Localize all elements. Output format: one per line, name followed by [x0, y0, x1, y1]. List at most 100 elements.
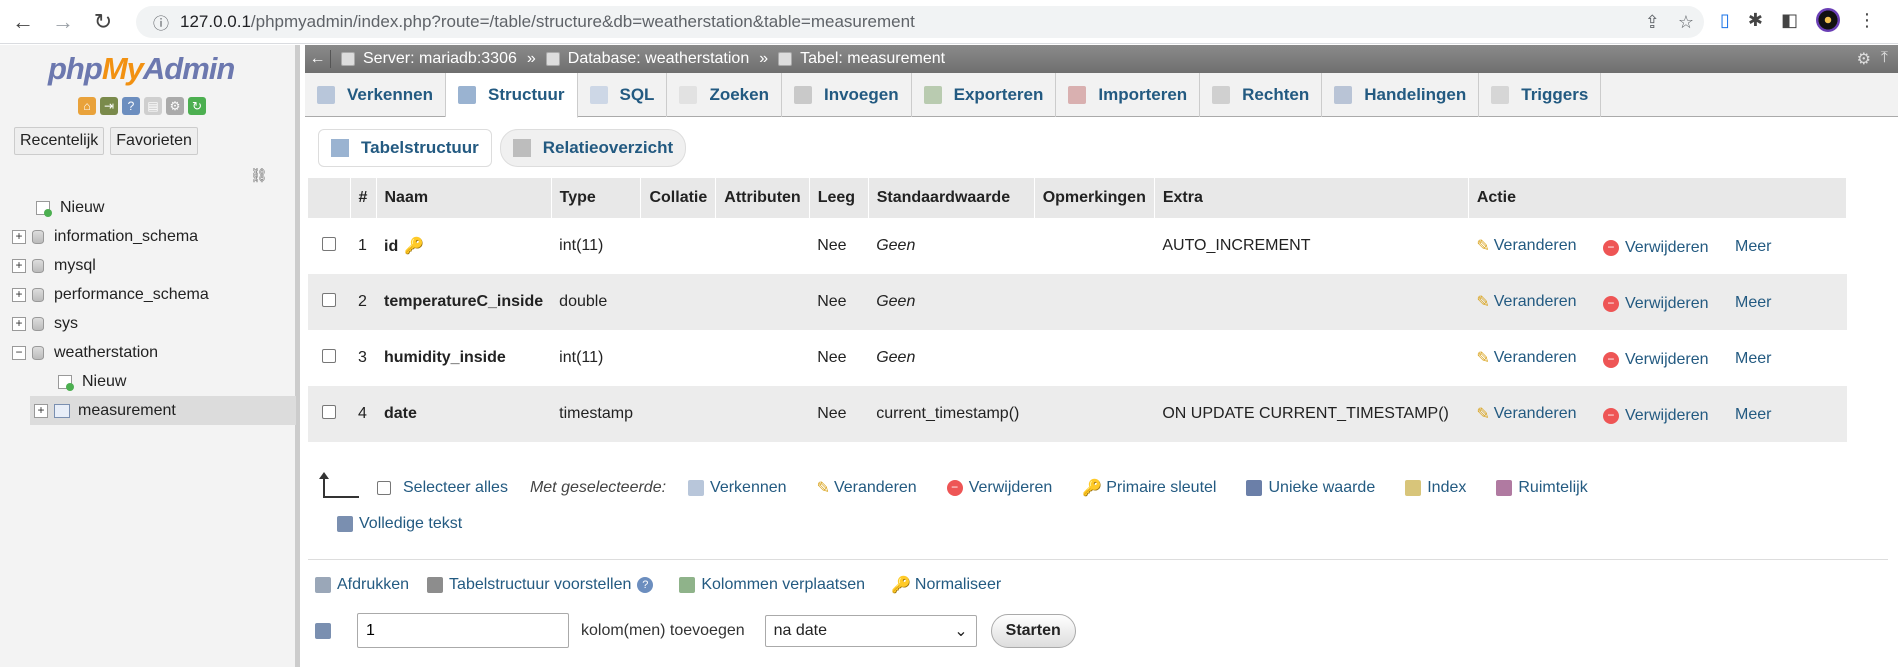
bulk-unique-button[interactable]: Unieke waarde: [1246, 479, 1375, 497]
breadcrumb-table[interactable]: Tabel: measurement: [778, 50, 945, 68]
more-button[interactable]: Meer: [1735, 406, 1771, 423]
main-tabs: Verkennen Structuur SQL Zoeken Invoegen …: [305, 73, 1898, 118]
row-checkbox[interactable]: [322, 292, 336, 307]
bulk-spatial-button[interactable]: Ruimtelijk: [1496, 479, 1588, 497]
expand-icon[interactable]: +: [12, 258, 26, 273]
bulk-browse-button[interactable]: Verkennen: [688, 479, 787, 497]
help-icon[interactable]: ?: [637, 577, 654, 593]
collapse-nav-icon[interactable]: ←: [305, 50, 331, 68]
bookmark-star-icon[interactable]: ☆: [1678, 12, 1694, 33]
tree-item-db[interactable]: + information_schema: [12, 222, 296, 251]
position-select[interactable]: na date ⌄: [764, 614, 977, 647]
change-button[interactable]: ✎ Veranderen: [1476, 404, 1576, 424]
more-button[interactable]: Meer: [1735, 350, 1771, 367]
row-checkbox[interactable]: [322, 404, 336, 419]
col-header[interactable]: Naam: [376, 178, 552, 218]
database-icon: [32, 345, 44, 360]
settings-icon[interactable]: ⚙: [166, 97, 184, 115]
database-tree: Nieuw + information_schema + mysql + per…: [12, 193, 296, 425]
row-checkbox[interactable]: [322, 236, 336, 251]
favorites-button[interactable]: Favorieten: [110, 127, 198, 155]
bulk-drop-button[interactable]: − Verwijderen: [946, 479, 1052, 497]
subtab-relatieoverzicht[interactable]: Relatieoverzicht: [499, 129, 687, 167]
table-icon: [54, 403, 70, 418]
phpmyadmin-logo[interactable]: phpMyAdmin: [48, 51, 235, 87]
maximize-icon[interactable]: ⤒: [1881, 49, 1888, 69]
menu-dots-icon[interactable]: ⋮: [1858, 10, 1876, 31]
url-text[interactable]: 127.0.0.1/phpmyadmin/index.php?route=/ta…: [180, 12, 915, 32]
recent-button[interactable]: Recentelijk: [14, 127, 105, 155]
tab-handelingen[interactable]: Handelingen: [1322, 73, 1480, 117]
col-header: Collatie: [640, 178, 717, 218]
tree-item-weatherstation[interactable]: − weatherstation: [12, 338, 296, 367]
drop-button[interactable]: − Verwijderen: [1602, 239, 1709, 257]
expand-icon[interactable]: +: [34, 403, 48, 418]
profile-avatar[interactable]: [1816, 8, 1841, 32]
pencil-icon: ✎: [1476, 349, 1490, 367]
bulk-fulltext-button[interactable]: Volledige tekst: [337, 515, 462, 533]
tab-verkennen[interactable]: Verkennen: [305, 73, 446, 117]
delete-icon: −: [946, 480, 963, 496]
link-chain-icon[interactable]: ⛓: [250, 167, 268, 184]
collapse-icon[interactable]: −: [12, 345, 26, 360]
more-button[interactable]: Meer: [1735, 238, 1771, 255]
tab-structuur[interactable]: Structuur: [446, 73, 578, 118]
address-bar[interactable]: ⓘ 127.0.0.1/phpmyadmin/index.php?route=/…: [136, 6, 1704, 38]
tab-exporteren[interactable]: Exporteren: [912, 73, 1057, 117]
back-arrow-icon[interactable]: ←: [6, 5, 40, 39]
tree-item-table-new[interactable]: Nieuw: [12, 367, 296, 396]
column-count-input[interactable]: [357, 613, 569, 648]
reload-icon[interactable]: ↻: [86, 5, 120, 39]
bulk-change-button[interactable]: ✎ Veranderen: [817, 478, 917, 498]
change-button[interactable]: ✎ Veranderen: [1476, 348, 1576, 368]
help-icon[interactable]: ?: [122, 97, 140, 115]
drop-button[interactable]: − Verwijderen: [1602, 351, 1709, 369]
logout-icon[interactable]: ⇥: [100, 97, 118, 115]
select-all-label[interactable]: Selecteer alles: [403, 479, 508, 497]
tab-triggers[interactable]: Triggers: [1479, 73, 1602, 117]
tree-item-db[interactable]: + performance_schema: [12, 280, 296, 309]
extension-icon[interactable]: ▯: [1720, 10, 1730, 31]
tab-invoegen[interactable]: Invoegen: [782, 73, 912, 117]
go-button[interactable]: Starten: [990, 613, 1076, 648]
bulk-primary-button[interactable]: 🔑 Primaire sleutel: [1082, 478, 1216, 498]
pencil-icon: ✎: [1476, 237, 1490, 255]
forward-arrow-icon[interactable]: →: [46, 5, 80, 39]
move-columns-button[interactable]: Kolommen verplaatsen: [679, 576, 865, 594]
tree-item-new[interactable]: Nieuw: [12, 193, 296, 222]
tree-item-db[interactable]: + sys: [12, 309, 296, 338]
refresh-icon[interactable]: ↻: [188, 97, 206, 115]
change-button[interactable]: ✎ Veranderen: [1476, 292, 1576, 312]
side-panel-icon[interactable]: ◧: [1781, 10, 1798, 31]
docs-icon[interactable]: ▤: [144, 97, 162, 115]
propose-structure-button[interactable]: Tabelstructuur voorstellen?: [427, 576, 654, 594]
subtab-tabelstructuur[interactable]: Tabelstructuur: [318, 129, 492, 167]
tab-importeren[interactable]: Importeren: [1056, 73, 1201, 117]
breadcrumb-database[interactable]: Database: weatherstation: [545, 50, 749, 68]
normalize-button[interactable]: 🔑 Normaliseer: [891, 575, 1001, 595]
expand-icon[interactable]: +: [12, 229, 26, 244]
tree-item-db[interactable]: + mysql: [12, 251, 296, 280]
puzzle-icon[interactable]: ✱: [1748, 10, 1763, 31]
change-button[interactable]: ✎ Veranderen: [1476, 236, 1576, 256]
more-button[interactable]: Meer: [1735, 294, 1771, 311]
drop-button[interactable]: − Verwijderen: [1602, 295, 1709, 313]
tab-rechten[interactable]: Rechten: [1200, 73, 1323, 117]
print-button[interactable]: Afdrukken: [315, 576, 409, 594]
row-checkbox[interactable]: [322, 348, 336, 363]
table-icon: [778, 52, 793, 66]
drop-button[interactable]: − Verwijderen: [1602, 407, 1709, 425]
export-icon: [923, 86, 942, 104]
tree-item-measurement[interactable]: + measurement: [30, 396, 296, 425]
expand-icon[interactable]: +: [12, 287, 26, 302]
tab-zoeken[interactable]: Zoeken: [667, 73, 782, 117]
gear-icon[interactable]: ⚙: [1857, 49, 1871, 69]
breadcrumb-server[interactable]: Server: mariadb:3306: [341, 50, 517, 68]
share-icon[interactable]: ⇪: [1645, 12, 1660, 33]
select-all-checkbox[interactable]: [377, 481, 391, 495]
site-info-icon[interactable]: ⓘ: [146, 10, 176, 34]
tab-sql[interactable]: SQL: [578, 73, 668, 117]
expand-icon[interactable]: +: [12, 316, 26, 331]
bulk-index-button[interactable]: Index: [1405, 479, 1466, 497]
home-icon[interactable]: ⌂: [78, 97, 96, 115]
